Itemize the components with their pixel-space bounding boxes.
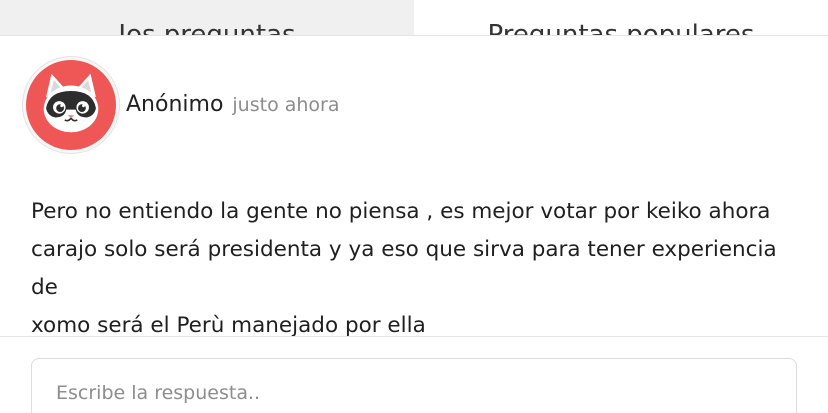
post-meta: Anónimo justo ahora [126,92,340,117]
tab-popular-questions-label: Preguntas populares [487,20,755,35]
cat-face-icon [43,73,99,133]
question-text-line: carajo solo será presidenta y ya eso que… [31,237,777,300]
post-header: Anónimo justo ahora [22,56,340,154]
question-text-line: Pero no entiendo la gente no piensa , es… [31,199,771,224]
tab-recent-questions[interactable]: Ios preguntas [0,0,414,35]
post-time: justo ahora [232,93,340,116]
tab-popular-questions[interactable]: Preguntas populares [414,0,828,35]
answer-input[interactable] [31,358,797,413]
divider [0,336,828,337]
tab-recent-questions-label: Ios preguntas [118,20,296,35]
author-name[interactable]: Anónimo [126,92,223,117]
avatar-circle [26,60,116,150]
question-page: Ios preguntas Preguntas populares Anónim… [0,0,828,413]
tabs: Ios preguntas Preguntas populares [0,0,828,36]
question-text-line: xomo será el Perù manejado por ella [31,313,426,338]
question-text: Pero no entiendo la gente no piensa , es… [31,193,801,345]
avatar[interactable] [22,56,120,154]
